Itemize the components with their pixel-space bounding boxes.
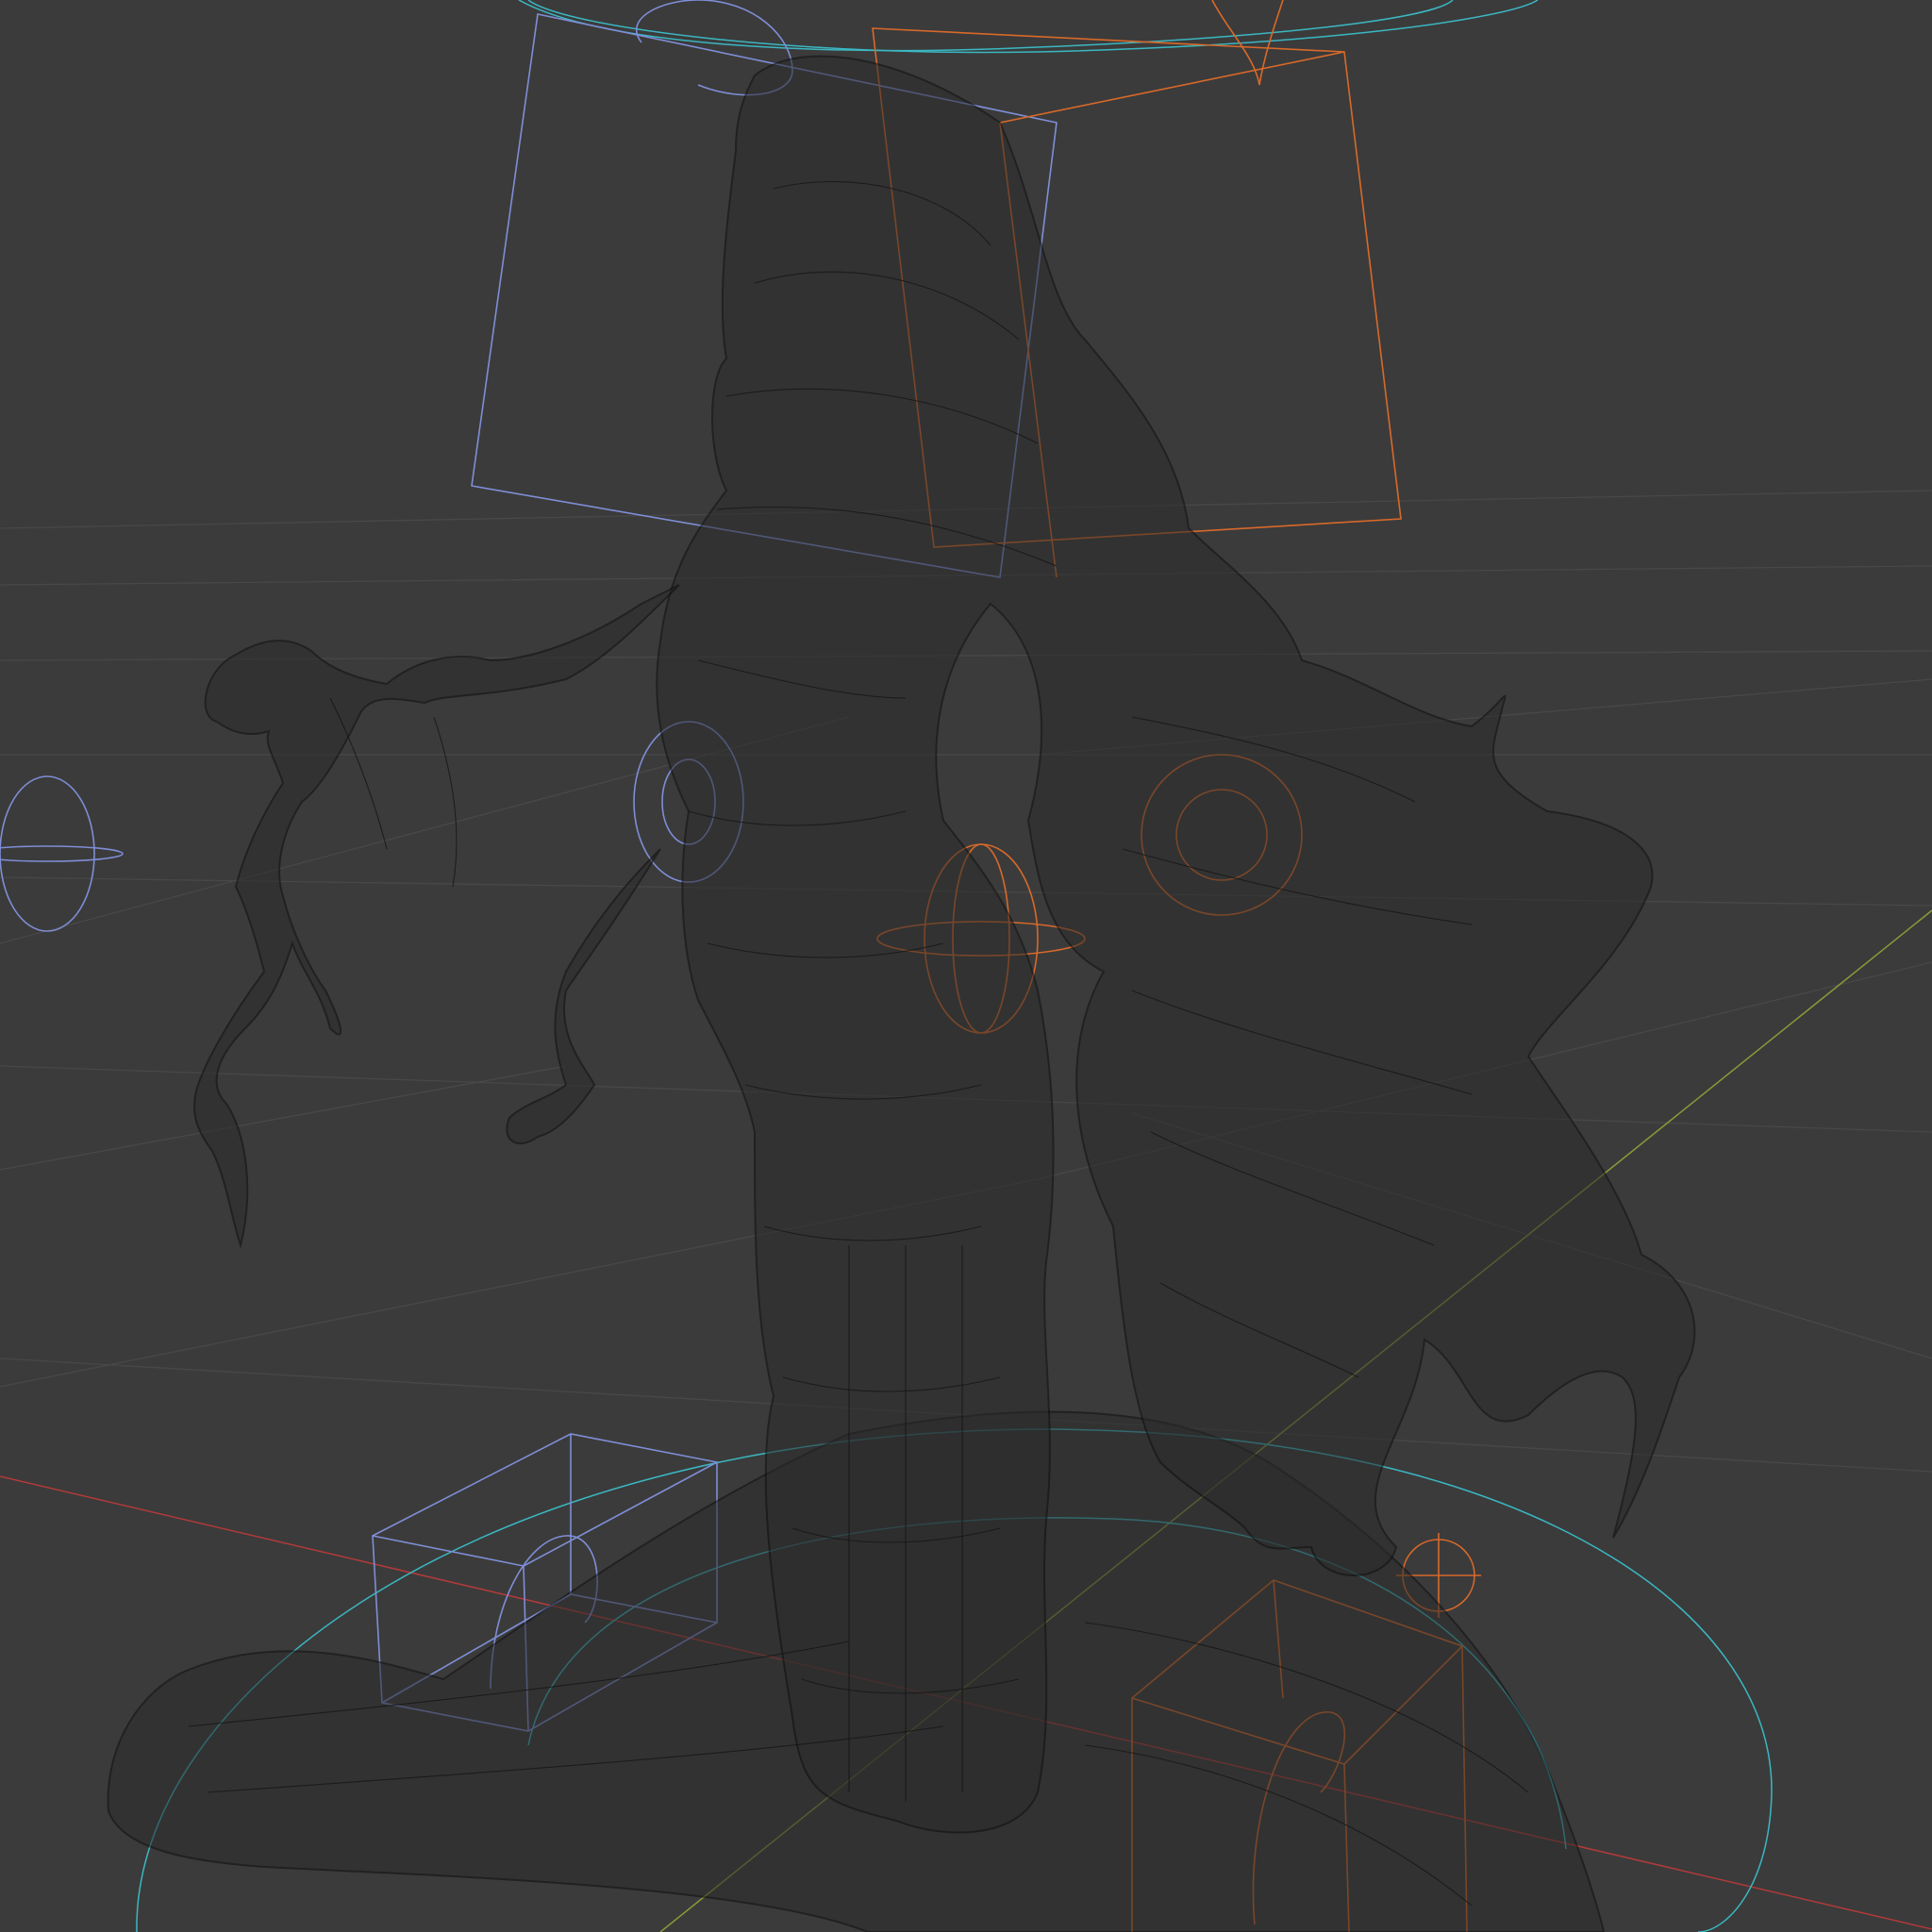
wireframe-mesh <box>107 55 1696 1932</box>
side-sphere-equator <box>0 845 124 862</box>
side-sphere-control <box>0 775 95 932</box>
mesh-left-forearm <box>506 848 661 1145</box>
viewport-canvas <box>0 0 1932 1932</box>
3d-viewport[interactable] <box>0 0 1932 1932</box>
